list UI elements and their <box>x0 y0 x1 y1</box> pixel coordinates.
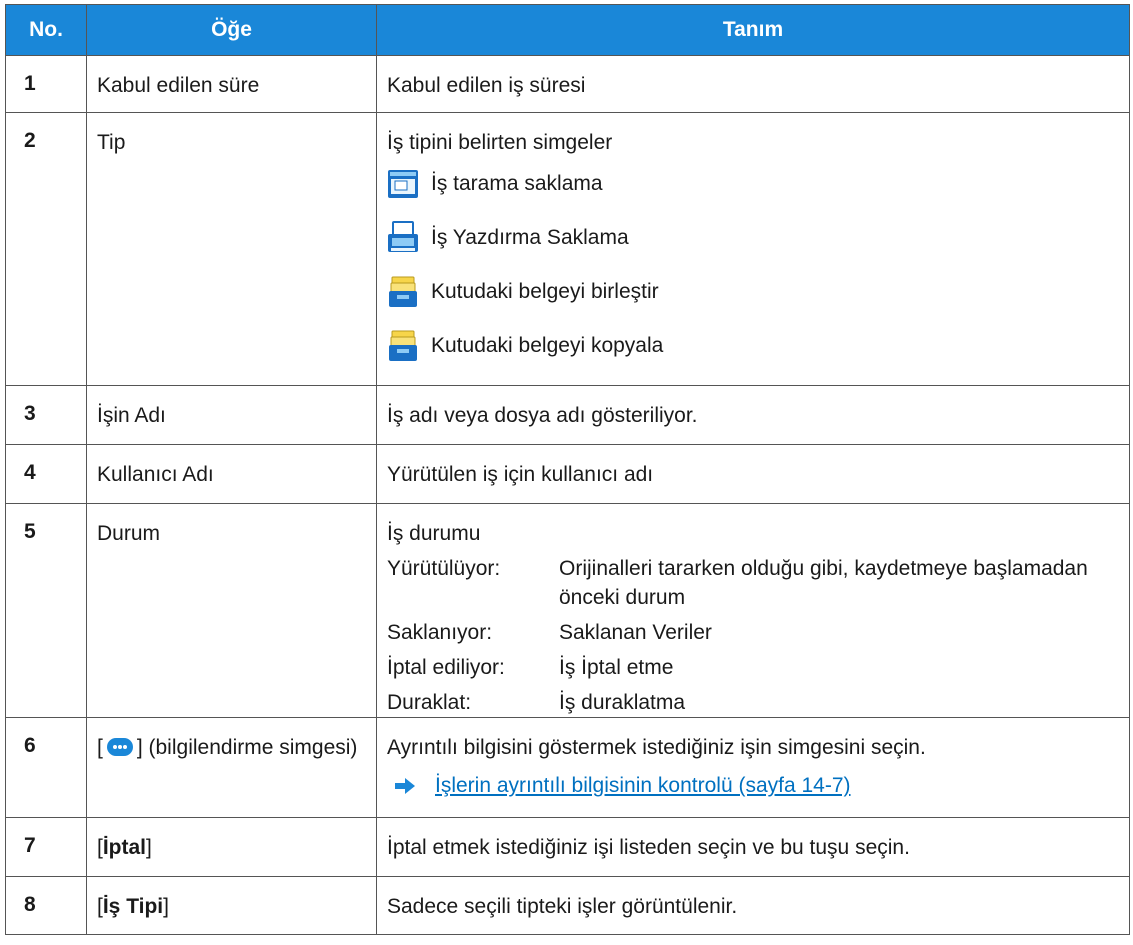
type-label: Kutudaki belgeyi kopyala <box>431 334 664 357</box>
type-label: İş tarama saklama <box>431 172 603 195</box>
header-item: Öğe <box>86 4 377 56</box>
type-description: İş tipini belirten simgeler <box>387 131 613 154</box>
row-number: 3 <box>5 385 87 445</box>
info-description: Ayrıntılı bilgisini göstermek istediğini… <box>387 736 926 759</box>
table-row: 3 İşin Adı İş adı veya dosya adı gösteri… <box>5 385 1130 445</box>
table-row: 8 [İş Tipi] Sadece seçili tipteki işler … <box>5 876 1130 935</box>
type-list-item: İş Yazdırma Saklama <box>387 211 1129 265</box>
row-description: Sadece seçili tipteki işler görüntülenir… <box>376 876 1130 935</box>
row-item: [İş Tipi] <box>86 876 377 935</box>
box-copy-icon <box>389 330 417 361</box>
row-item: İşin Adı <box>86 385 377 445</box>
header-no: No. <box>5 4 87 56</box>
row-item: Durum <box>86 503 377 718</box>
status-label: Duraklat: <box>387 691 472 714</box>
status-value: Orijinalleri tararken olduğu gibi, kayde… <box>559 557 1088 609</box>
status-label: Yürütülüyor: <box>387 557 501 580</box>
row-number: 5 <box>5 503 87 718</box>
status-value: İş İptal etme <box>559 656 674 679</box>
row-number: 6 <box>5 717 87 818</box>
row-item: Tip <box>86 112 377 386</box>
scan-storage-icon <box>388 170 418 198</box>
box-merge-icon <box>389 276 417 307</box>
table-row: 7 [İptal] İptal etmek istediğiniz işi li… <box>5 817 1130 877</box>
status-item: Saklanıyor: Saklanan Veriler <box>387 618 1129 647</box>
print-storage-icon <box>388 221 418 252</box>
type-label: İş Yazdırma Saklama <box>431 226 629 249</box>
table-row: 1 Kabul edilen süre Kabul edilen iş süre… <box>5 55 1130 113</box>
table-row: 6 [] (bilgilendirme simgesi) Ayrıntılı b… <box>5 717 1130 818</box>
status-description: İş durumu <box>387 522 481 545</box>
row-description: İş durumu Yürütülüyor: Orijinalleri tara… <box>376 503 1130 718</box>
reference-link-row: İşlerin ayrıntılı bilgisinin kontrolü (s… <box>387 772 1129 800</box>
arrow-right-icon <box>395 778 415 794</box>
type-label: Kutudaki belgeyi birleştir <box>431 280 659 303</box>
job-details-link[interactable]: İşlerin ayrıntılı bilgisinin kontrolü (s… <box>435 772 851 800</box>
table-row: 2 Tip İş tipini belirten simgeler İş tar… <box>5 112 1130 386</box>
type-list-item: Kutudaki belgeyi kopyala <box>387 319 1129 373</box>
status-item: Duraklat: İş duraklatma <box>387 688 1129 717</box>
row-item: Kabul edilen süre <box>86 55 377 113</box>
status-value: Saklanan Veriler <box>559 621 712 644</box>
table-row: 4 Kullanıcı Adı Yürütülen iş için kullan… <box>5 444 1130 504</box>
row-description: Ayrıntılı bilgisini göstermek istediğini… <box>376 717 1130 818</box>
type-list-item: İş tarama saklama <box>387 157 1129 211</box>
status-label: Saklanıyor: <box>387 621 493 644</box>
header-description: Tanım <box>376 4 1130 56</box>
definition-table: No. Öğe Tanım 1 Kabul edilen süre Kabul … <box>5 4 1130 935</box>
status-value: İş duraklatma <box>559 691 686 714</box>
table-row: 5 Durum İş durumu Yürütülüyor: Orijinall… <box>5 503 1130 718</box>
row-item: [İptal] <box>86 817 377 877</box>
row-description: İş tipini belirten simgeler İş tarama sa… <box>376 112 1130 386</box>
info-icon <box>106 738 133 756</box>
row-number: 8 <box>5 876 87 935</box>
row-number: 4 <box>5 444 87 504</box>
type-list-item: Kutudaki belgeyi birleştir <box>387 265 1129 319</box>
row-number: 2 <box>5 112 87 386</box>
row-item: [] (bilgilendirme simgesi) <box>86 717 377 818</box>
row-description: İş adı veya dosya adı gösteriliyor. <box>376 385 1130 445</box>
status-item: İptal ediliyor: İş İptal etme <box>387 653 1129 682</box>
row-number: 7 <box>5 817 87 877</box>
row-description: Kabul edilen iş süresi <box>376 55 1130 113</box>
row-description: İptal etmek istediğiniz işi listeden seç… <box>376 817 1130 877</box>
row-description: Yürütülen iş için kullanıcı adı <box>376 444 1130 504</box>
status-label: İptal ediliyor: <box>387 656 505 679</box>
row-number: 1 <box>5 55 87 113</box>
table-header-row: No. Öğe Tanım <box>5 4 1130 56</box>
row-item: Kullanıcı Adı <box>86 444 377 504</box>
status-item: Yürütülüyor: Orijinalleri tararken olduğ… <box>387 554 1129 612</box>
